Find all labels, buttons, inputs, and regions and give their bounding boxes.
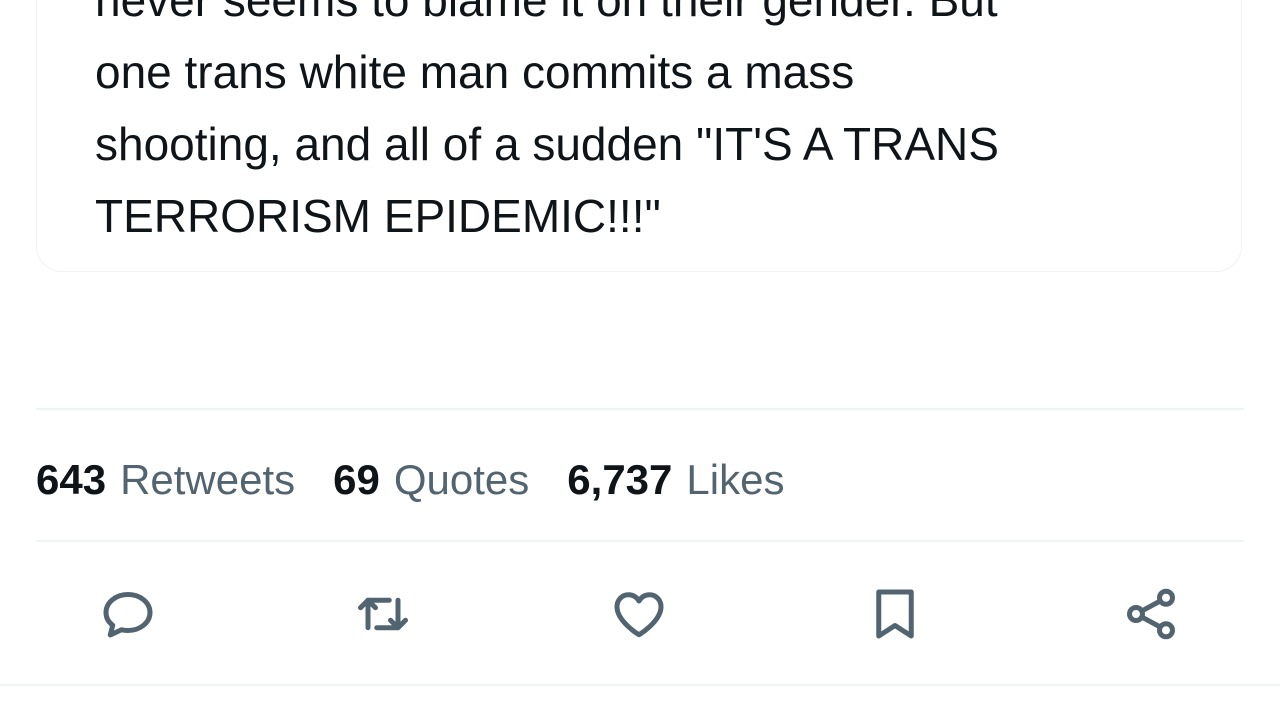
share-button[interactable]	[1115, 578, 1187, 650]
quotes-count: 69	[333, 456, 380, 503]
quotes-label: Quotes	[393, 456, 530, 503]
quoted-tweet-line: never seems to blame it on their gender.…	[95, 0, 998, 26]
engagement-stats: 643 Retweets 69 Quotes 6,737 Likes	[36, 450, 822, 510]
quoted-tweet-line: shooting, and all of a sudden "IT'S A TR…	[95, 118, 999, 170]
likes-label: Likes	[686, 456, 785, 503]
bookmark-button[interactable]	[859, 578, 931, 650]
quoted-tweet-line: TERRORISM EPIDEMIC!!!"	[95, 190, 661, 242]
divider	[36, 408, 1244, 410]
likes-stat[interactable]: 6,737 Likes	[567, 456, 784, 504]
reply-button[interactable]	[92, 578, 164, 650]
quoted-tweet-text: never seems to blame it on their gender.…	[95, 0, 1215, 252]
retweet-button[interactable]	[347, 578, 419, 650]
quotes-stat[interactable]: 69 Quotes	[333, 456, 529, 504]
reply-icon	[103, 592, 153, 638]
retweet-icon	[358, 597, 408, 631]
retweets-count: 643	[36, 456, 107, 503]
divider	[0, 684, 1280, 686]
retweets-stat[interactable]: 643 Retweets	[36, 456, 295, 504]
heart-icon	[614, 592, 664, 638]
like-button[interactable]	[603, 578, 675, 650]
tweet-detail-screen: never seems to blame it on their gender.…	[0, 0, 1280, 720]
tweet-actions-bar	[0, 578, 1280, 650]
bookmark-icon	[876, 589, 914, 639]
likes-count: 6,737	[567, 456, 673, 503]
retweets-label: Retweets	[120, 456, 296, 503]
quoted-tweet-line: one trans white man commits a mass	[95, 46, 855, 98]
share-icon	[1127, 588, 1175, 640]
divider	[36, 540, 1244, 542]
